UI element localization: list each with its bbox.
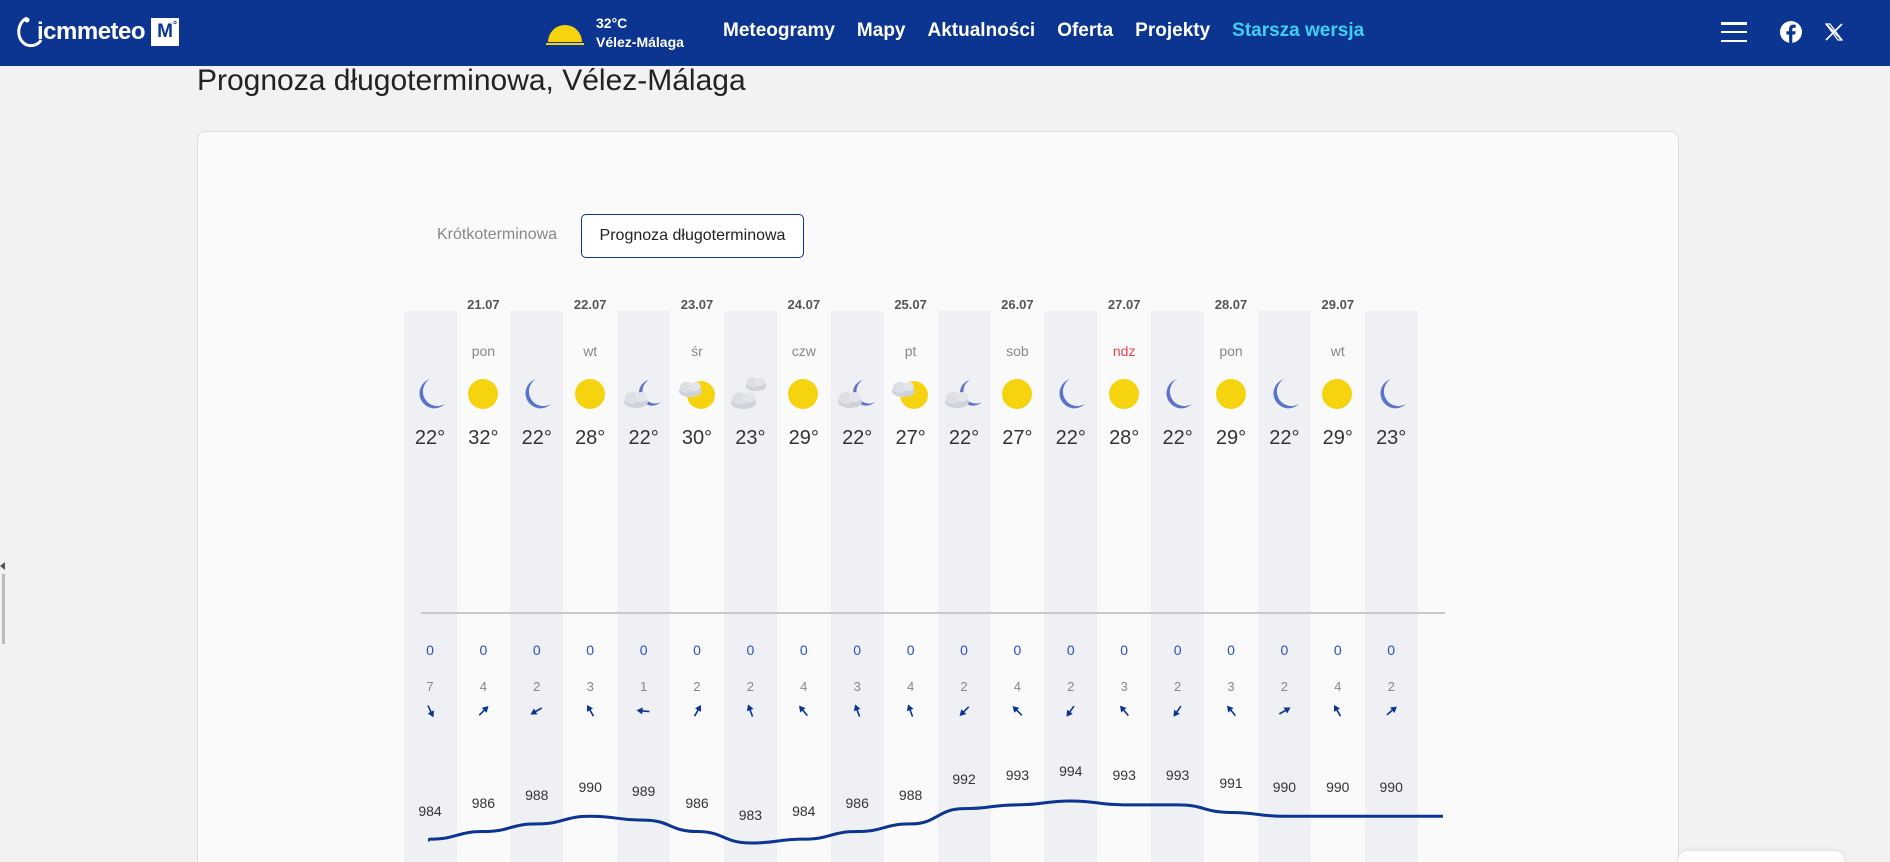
pressure-line <box>427 799 1443 845</box>
forecast-grid: 22° 0 7 984 21.07 pon 32° 0 4 986 22° 0 2 988 22.07 wt 2… <box>0 0 1890 862</box>
corner-widget[interactable] <box>1678 851 1844 862</box>
pressure-chart <box>427 799 1443 845</box>
